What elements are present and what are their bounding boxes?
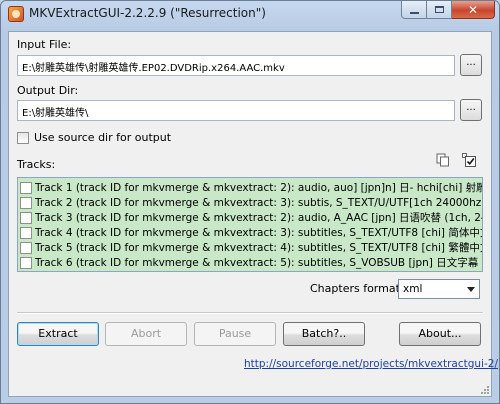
track-3-label: Track 3 (track ID for mkvmerge & mkvextr… bbox=[35, 212, 483, 224]
chapters-format-value: xml bbox=[403, 283, 423, 295]
track-3-checkbox[interactable] bbox=[20, 212, 32, 224]
use-source-dir-checkbox[interactable] bbox=[17, 132, 29, 144]
track-item-3[interactable]: Track 3 (track ID for mkvmerge & mkvextr… bbox=[20, 211, 483, 225]
track-1-checkbox[interactable] bbox=[20, 182, 32, 194]
close-icon: ✕ bbox=[467, 2, 479, 17]
sourceforge-link[interactable]: http://sourceforge.net/projects/mkvextra… bbox=[244, 358, 498, 370]
extract-button[interactable]: Extract bbox=[17, 322, 99, 346]
track-6-checkbox[interactable] bbox=[20, 257, 32, 269]
select-all-icon[interactable] bbox=[462, 153, 476, 167]
track-5-checkbox[interactable] bbox=[20, 242, 32, 254]
track-2-label: Track 2 (track ID for mkvmerge & mkvextr… bbox=[35, 197, 483, 209]
track-item-4[interactable]: Track 4 (track ID for mkvmerge & mkvextr… bbox=[20, 226, 483, 240]
track-item-2[interactable]: Track 2 (track ID for mkvmerge & mkvextr… bbox=[20, 196, 483, 210]
track-2-checkbox[interactable] bbox=[20, 197, 32, 209]
maximize-button[interactable] bbox=[427, 1, 452, 19]
chevron-down-icon bbox=[467, 287, 475, 292]
chapters-format-select[interactable]: xml bbox=[398, 279, 480, 299]
track-item-1[interactable]: Track 1 (track ID for mkvmerge & mkvextr… bbox=[20, 181, 483, 195]
track-6-label: Track 6 (track ID for mkvmerge & mkvextr… bbox=[35, 257, 479, 269]
output-dir-field[interactable]: E:\射雕英雄传\ bbox=[17, 100, 455, 121]
minimize-icon bbox=[409, 11, 419, 14]
input-file-field[interactable]: E:\射雕英雄传\射雕英雄传.EP02.DVDRip.x264.AAC.mkv bbox=[17, 55, 455, 76]
maximize-icon bbox=[434, 6, 444, 13]
input-file-label: Input File: bbox=[17, 38, 72, 51]
track-item-5[interactable]: Track 5 (track ID for mkvmerge & mkvextr… bbox=[20, 241, 483, 255]
batch-button[interactable]: Batch?.. bbox=[283, 322, 365, 346]
track-4-label: Track 4 (track ID for mkvmerge & mkvextr… bbox=[35, 227, 483, 239]
title-bar[interactable]: MKVExtractGUI-2.2.2.9 ("Resurrection") ✕ bbox=[1, 1, 499, 27]
track-5-label: Track 5 (track ID for mkvmerge & mkvextr… bbox=[35, 242, 483, 254]
app-icon bbox=[8, 6, 24, 22]
pause-button[interactable]: Pause bbox=[194, 322, 276, 346]
chapters-format-label: Chapters format: bbox=[310, 282, 404, 295]
output-browse-button[interactable]: ... bbox=[460, 99, 482, 121]
tracks-label: Tracks: bbox=[17, 158, 56, 171]
input-browse-button[interactable]: ... bbox=[460, 54, 482, 76]
track-4-checkbox[interactable] bbox=[20, 227, 32, 239]
window-title: MKVExtractGUI-2.2.2.9 ("Resurrection") bbox=[29, 6, 266, 20]
window-controls: ✕ bbox=[401, 1, 495, 20]
copy-icon[interactable] bbox=[436, 153, 450, 167]
about-button[interactable]: About... bbox=[399, 322, 481, 346]
client-area: Input File: E:\射雕英雄传\射雕英雄传.EP02.DVDRip.x… bbox=[8, 31, 498, 397]
output-dir-label: Output Dir: bbox=[17, 84, 79, 97]
resize-grip-icon[interactable] bbox=[480, 385, 490, 395]
close-button[interactable]: ✕ bbox=[452, 1, 495, 19]
main-window: MKVExtractGUI-2.2.2.9 ("Resurrection") ✕… bbox=[0, 0, 500, 404]
abort-button[interactable]: Abort bbox=[105, 322, 187, 346]
tracks-list[interactable]: Track 1 (track ID for mkvmerge & mkvextr… bbox=[17, 177, 483, 272]
track-item-6[interactable]: Track 6 (track ID for mkvmerge & mkvextr… bbox=[20, 256, 482, 270]
minimize-button[interactable] bbox=[401, 1, 427, 19]
use-source-dir-label[interactable]: Use source dir for output bbox=[34, 131, 171, 144]
divider bbox=[17, 312, 483, 314]
track-1-label: Track 1 (track ID for mkvmerge & mkvextr… bbox=[35, 182, 483, 194]
